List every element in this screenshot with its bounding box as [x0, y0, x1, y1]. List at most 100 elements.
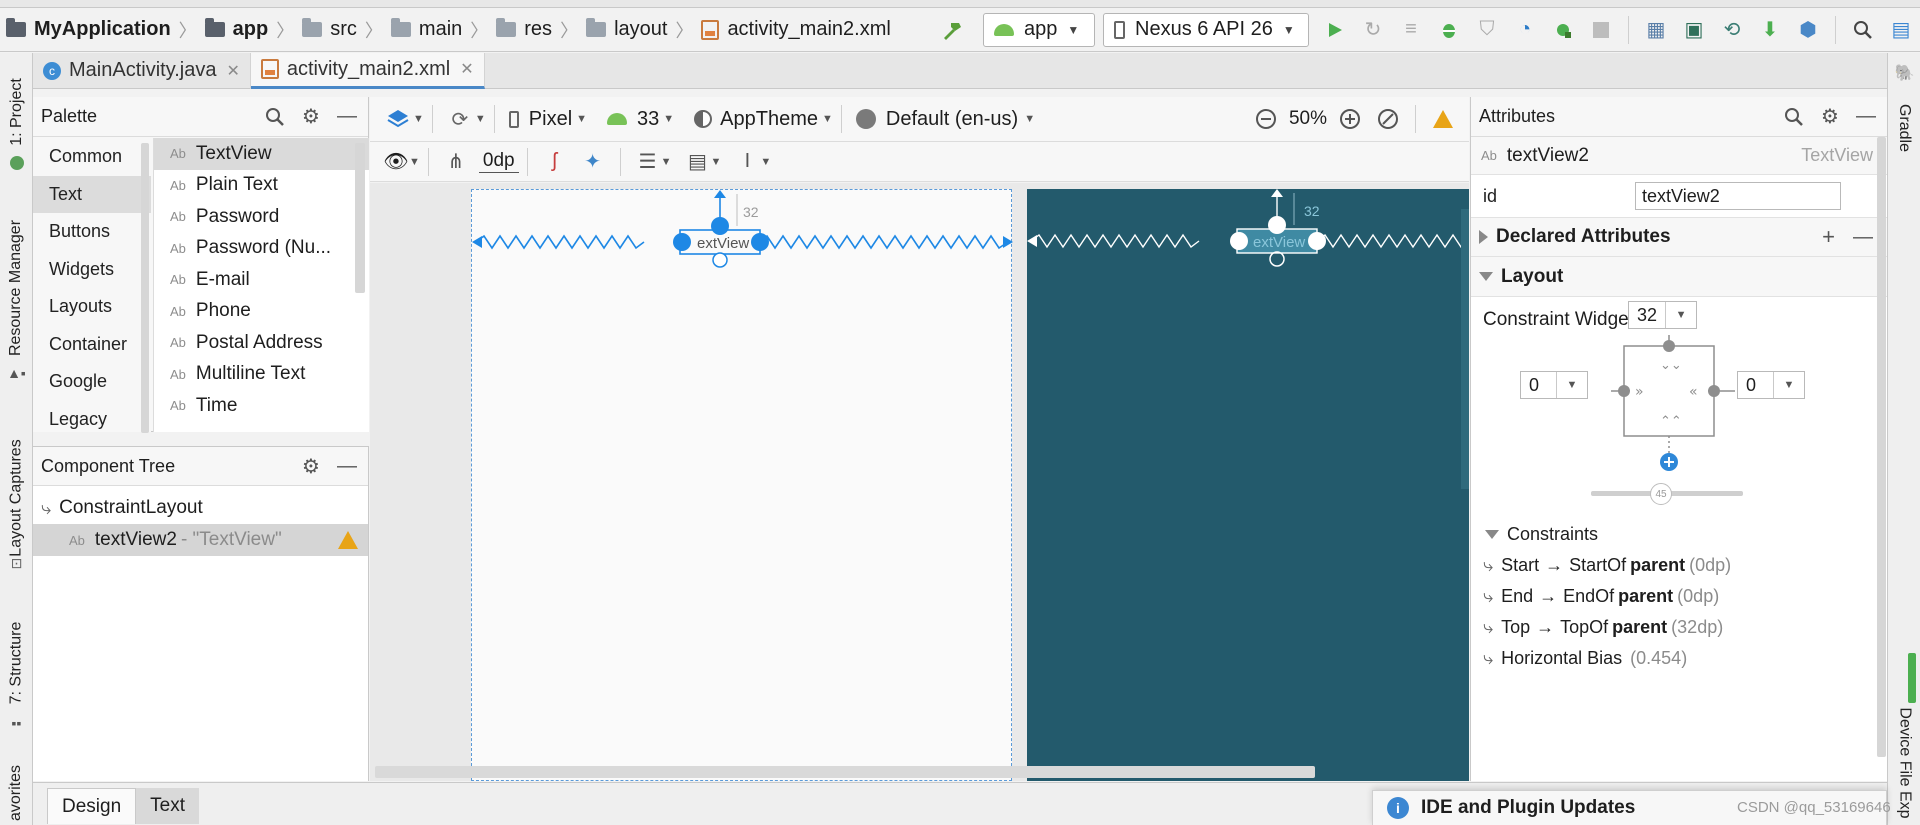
infer-constraints-icon[interactable]: ✦ [579, 148, 607, 176]
minimize-icon[interactable]: — [334, 453, 360, 479]
design-canvas[interactable]: extView 32 extView 32 [370, 183, 1469, 781]
palette-items-scrollbar[interactable] [355, 143, 365, 293]
tab-text[interactable]: Text [136, 788, 200, 824]
tab-activity-main2-xml[interactable]: activity_main2.xml ✕ [250, 52, 485, 89]
constraint-start[interactable]: ⤷ Start → StartOf parent (0dp) [1471, 550, 1871, 581]
palette-category-common[interactable]: Common [33, 138, 151, 176]
constraint-horizontal-bias[interactable]: ⤷ Horizontal Bias (0.454) [1471, 643, 1871, 674]
palette-category-google[interactable]: Google [33, 363, 151, 401]
palette-item-plain-text[interactable]: Ab Plain Text [154, 170, 369, 202]
close-icon[interactable]: ✕ [460, 59, 473, 79]
tool-window-layout-captures[interactable]: Layout Captures [0, 423, 33, 573]
tool-window-device-file-explorer[interactable]: Device File Exp [1888, 693, 1920, 825]
breadcrumb-src[interactable]: src [296, 8, 363, 52]
api-level-select[interactable]: 33 ▼ [607, 108, 674, 131]
breadcrumb-file[interactable]: activity_main2.xml [695, 8, 896, 52]
layout-section[interactable]: Layout [1471, 257, 1887, 297]
debug-icon[interactable] [1435, 16, 1463, 44]
locale-select[interactable]: Default (en-us) ▼ [855, 108, 1035, 131]
warning-icon[interactable] [338, 531, 358, 549]
design-surface-layers-icon[interactable] [384, 105, 412, 133]
device-select[interactable]: Nexus 6 API 26 ▼ [1103, 12, 1309, 47]
palette-category-containers[interactable]: Container [33, 326, 151, 364]
breadcrumb-res[interactable]: res [490, 8, 558, 52]
minimize-icon[interactable]: — [1853, 104, 1879, 130]
palette-category-buttons[interactable]: Buttons [33, 213, 151, 251]
guidelines-icon[interactable]: I [733, 148, 761, 176]
breadcrumb-app[interactable]: app [199, 8, 275, 52]
close-icon[interactable]: ✕ [226, 61, 239, 81]
tool-window-resource-manager[interactable]: Resource Manager [0, 213, 33, 363]
device-for-preview-select[interactable]: Pixel ▼ [508, 108, 587, 131]
run-icon[interactable] [1321, 16, 1349, 44]
pack-icon[interactable]: ☰ [634, 148, 662, 176]
tool-window-gradle[interactable]: Gradle [1888, 83, 1920, 173]
attributes-scrollbar[interactable] [1877, 137, 1886, 757]
apply-code-changes-icon[interactable]: ≡ [1397, 16, 1425, 44]
profile-icon[interactable]: ◔ [1511, 16, 1539, 44]
avd-manager-icon[interactable]: ▣ [1680, 16, 1708, 44]
apply-changes-icon[interactable]: ↻ [1359, 16, 1387, 44]
search-everywhere-icon[interactable] [1849, 16, 1877, 44]
palette-item-postal-address[interactable]: Ab Postal Address [154, 327, 369, 359]
design-screen[interactable]: extView 32 [471, 189, 1013, 781]
palette-item-multiline-text[interactable]: Ab Multiline Text [154, 359, 369, 391]
gear-icon[interactable]: ⚙ [298, 453, 324, 479]
category-scrollbar[interactable] [141, 143, 149, 433]
theme-select[interactable]: AppTheme ▼ [694, 108, 833, 131]
project-structure-icon[interactable]: ⬢ [1794, 16, 1822, 44]
sdk-manager-icon[interactable]: ⬇ [1756, 16, 1784, 44]
tree-node-constraintlayout[interactable]: ⤷ ConstraintLayout [33, 492, 368, 524]
blueprint-screen[interactable]: extView 32 [1027, 189, 1469, 781]
sync-project-icon[interactable]: ▦ [1642, 16, 1670, 44]
tree-node-textview2[interactable]: Ab textView2 - "TextView" [33, 524, 368, 556]
gradle-sync-icon[interactable]: ⟲ [1718, 16, 1746, 44]
declared-attributes-section[interactable]: Declared Attributes + — [1471, 217, 1887, 257]
search-icon[interactable] [262, 104, 288, 130]
breadcrumb-project[interactable]: MyApplication [0, 8, 177, 52]
remove-attribute-icon[interactable]: — [1853, 226, 1873, 249]
attach-process-icon[interactable] [1549, 16, 1577, 44]
palette-category-legacy[interactable]: Legacy [33, 401, 151, 439]
gear-icon[interactable]: ⚙ [298, 104, 324, 130]
textview-widget-text[interactable]: extView [697, 235, 749, 252]
palette-category-text[interactable]: Text [33, 175, 151, 213]
palette-item-time[interactable]: Ab Time [154, 390, 369, 422]
end-handle[interactable] [1708, 385, 1720, 397]
clear-constraints-icon[interactable]: ʃ [541, 148, 569, 176]
zoom-in-icon[interactable] [1336, 105, 1364, 133]
align-icon[interactable]: ▤ [683, 148, 711, 176]
palette-item-textview[interactable]: Ab TextView [154, 138, 369, 170]
breadcrumb-main[interactable]: main [385, 8, 468, 52]
attach-debugger-icon[interactable]: ⛉ [1473, 16, 1501, 44]
start-handle[interactable] [1618, 385, 1630, 397]
autoconnect-magnet-icon[interactable]: ⋔ [442, 148, 470, 176]
zoom-out-icon[interactable] [1252, 105, 1280, 133]
palette-category-layouts[interactable]: Layouts [33, 288, 151, 326]
constraint-end[interactable]: ⤷ End → EndOf parent (0dp) [1471, 581, 1871, 612]
warning-icon[interactable] [1429, 105, 1457, 133]
blueprint-textview-text[interactable]: extView [1253, 234, 1305, 251]
default-margin-select[interactable]: 0dp [478, 150, 519, 173]
search-icon[interactable] [1781, 104, 1807, 130]
stop-icon[interactable] [1587, 16, 1615, 44]
tool-window-project[interactable]: 1: Project [0, 67, 33, 157]
zoom-to-fit-icon[interactable] [1374, 105, 1402, 133]
tab-mainactivity-java[interactable]: c MainActivity.java ✕ [33, 52, 251, 89]
top-handle[interactable] [1663, 340, 1675, 352]
constraint-top[interactable]: ⤷ Top → TopOf parent (32dp) [1471, 612, 1871, 643]
ide-updates-icon[interactable]: ▤ [1887, 16, 1915, 44]
minimize-icon[interactable]: — [334, 104, 360, 130]
palette-item-password-numeric[interactable]: Ab Password (Nu... [154, 233, 369, 265]
palette-item-password[interactable]: Ab Password [154, 201, 369, 233]
breadcrumb-layout[interactable]: layout [580, 8, 673, 52]
canvas-horizontal-scrollbar[interactable] [375, 766, 1315, 778]
palette-category-widgets[interactable]: Widgets [33, 251, 151, 289]
run-configuration-select[interactable]: app ▼ [983, 12, 1095, 47]
orientation-icon[interactable]: ⟳ [446, 105, 474, 133]
tool-window-favorites[interactable]: avorites [0, 753, 33, 825]
gear-icon[interactable]: ⚙ [1817, 104, 1843, 130]
tab-design[interactable]: Design [47, 788, 137, 824]
add-attribute-icon[interactable]: + [1822, 224, 1835, 250]
id-field[interactable]: textView2 [1635, 182, 1841, 210]
